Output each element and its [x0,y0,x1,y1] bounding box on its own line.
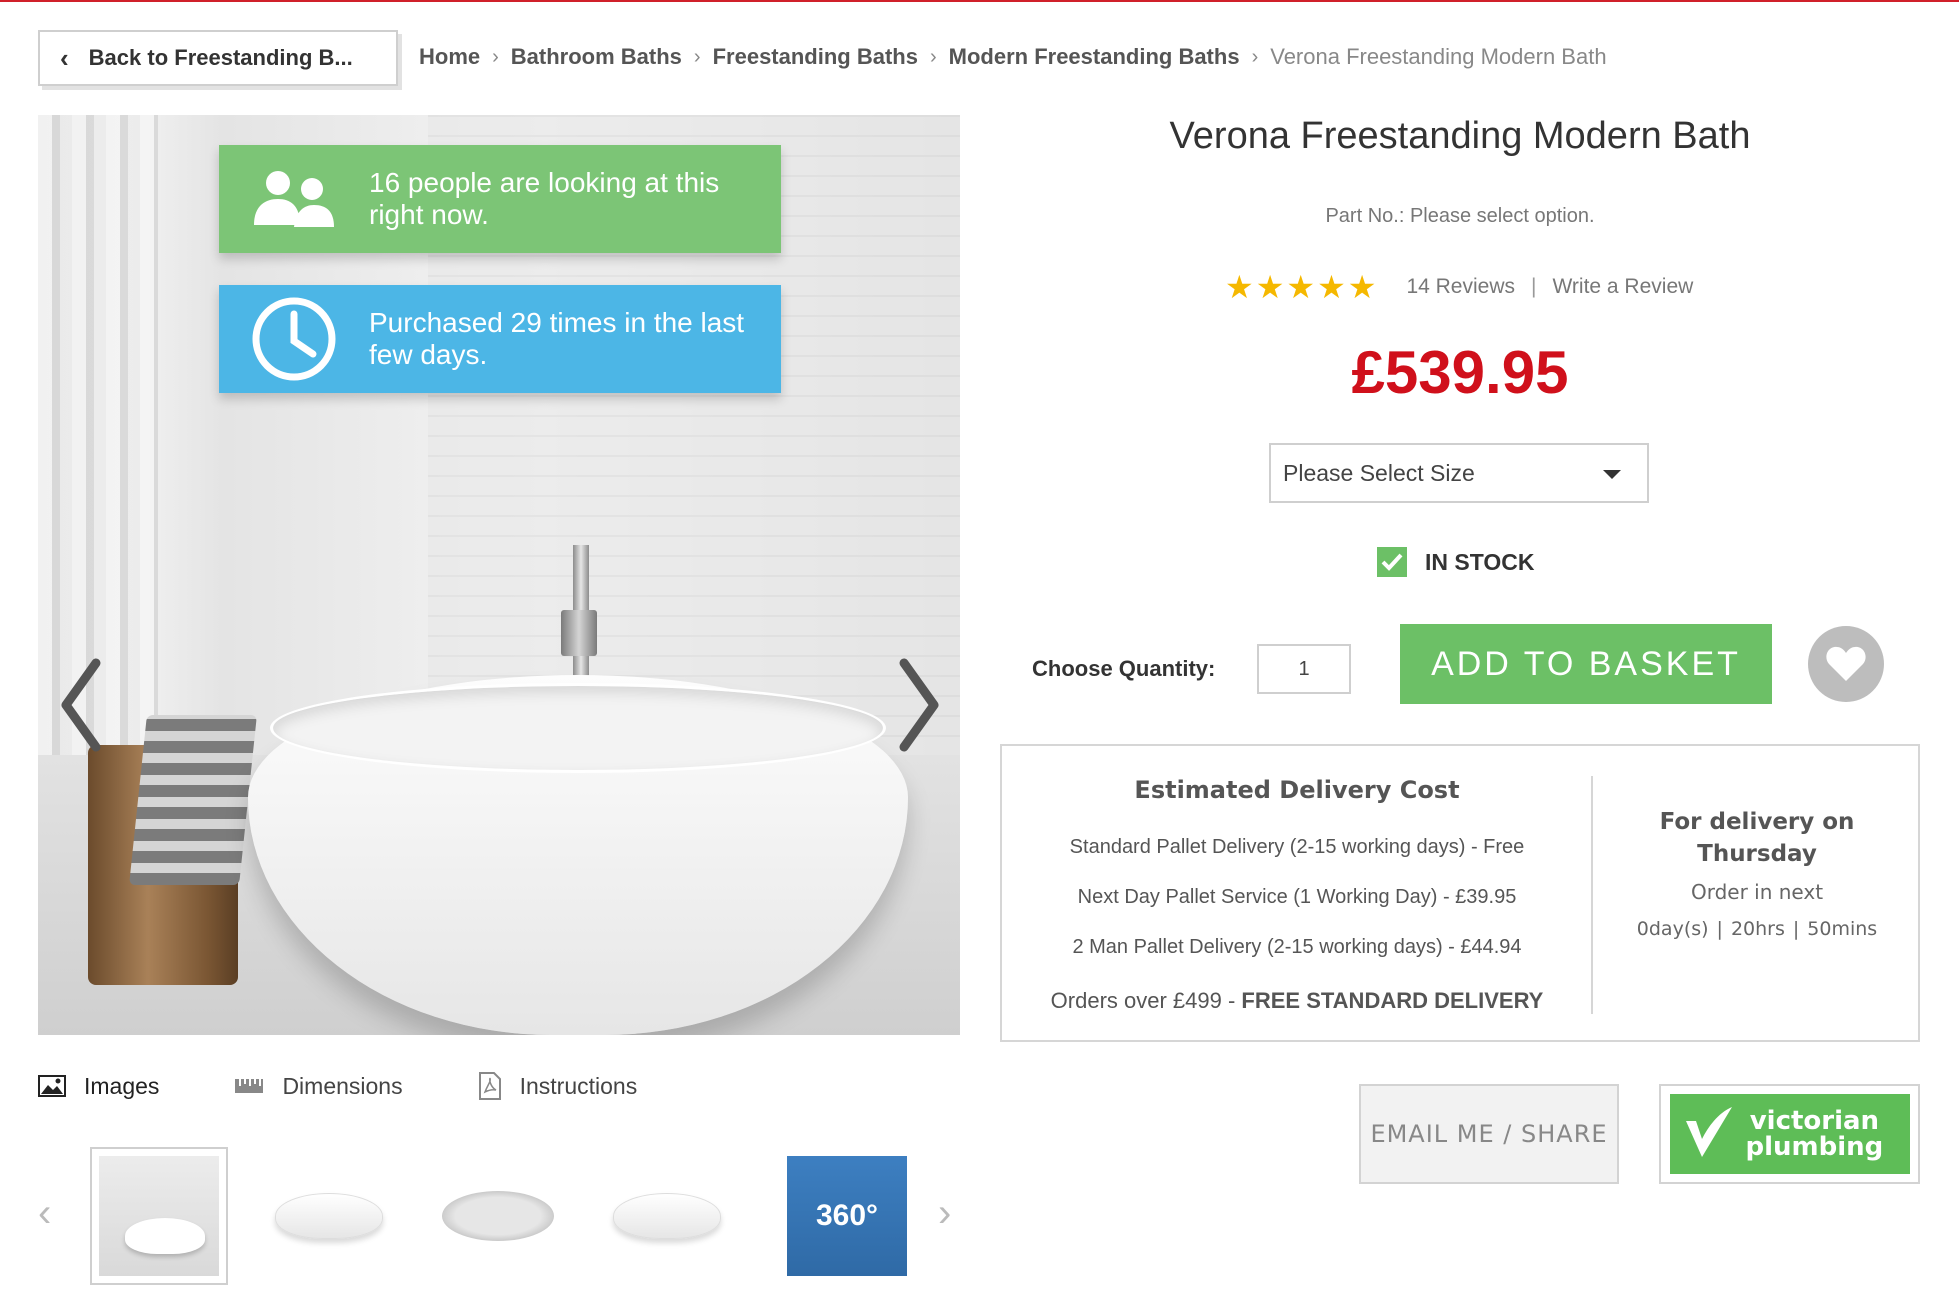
thumbnail-3[interactable] [429,1147,567,1285]
stock-status: IN STOCK [1377,547,1534,577]
rating-stars-icon: ★★★★★ [1225,269,1379,305]
free-delivery-prefix: Orders over £499 - [1050,988,1242,1013]
viewers-text: 16 people are looking at this right now. [369,167,720,230]
brand-line2: plumbing [1745,1132,1884,1162]
tab-dimensions[interactable]: Dimensions [234,1072,403,1100]
brand-wordmark: victorian plumbing [1746,1108,1884,1160]
checkmark-logo-icon [1684,1103,1734,1165]
part-number: Part No.: Please select option. [1325,205,1595,227]
delivery-info-box: Estimated Delivery Cost Standard Pallet … [1000,744,1920,1042]
stock-label: IN STOCK [1425,548,1535,575]
countdown-timer: 0day(s) | 20hrs | 50mins [1636,918,1878,940]
image-towel [129,715,257,885]
thumbnail-strip: ‹ 360° › [38,1143,960,1288]
image-icon [38,1075,66,1097]
next-image-button[interactable] [888,655,948,755]
delivery-option-next-day: Next Day Pallet Service (1 Working Day) … [1077,886,1517,908]
back-button[interactable]: ‹ Back to Freestanding B... [38,30,398,86]
thumbnail-4[interactable] [598,1147,736,1285]
breadcrumb-separator-icon: › [492,45,499,68]
chevron-left-icon: ‹ [60,42,69,73]
delivery-countdown: For delivery on Thursday Order in next 0… [1594,806,1920,940]
back-button-label: Back to Freestanding B... [88,45,353,70]
people-icon [219,167,369,231]
delivery-option-two-man: 2 Man Pallet Delivery (2-15 working days… [1072,936,1522,958]
breadcrumb-current: Verona Freestanding Modern Bath [1270,44,1607,69]
pdf-document-icon [478,1072,502,1100]
tab-dimensions-label: Dimensions [282,1072,403,1099]
breadcrumb-bathroom-baths[interactable]: Bathroom Baths [511,44,682,70]
add-to-basket-button[interactable]: ADD TO BASKET [1400,624,1772,704]
breadcrumb-freestanding-baths[interactable]: Freestanding Baths [713,44,918,70]
delivery-day-line1: For delivery on [1659,809,1855,835]
thumbnail-lifestyle-image [99,1156,219,1276]
brand-logo-box: victorian plumbing [1659,1084,1920,1184]
delivery-divider [1591,776,1593,1014]
product-main-image[interactable] [38,115,960,1035]
free-delivery-bold: FREE STANDARD DELIVERY [1241,988,1544,1013]
breadcrumb-separator-icon: › [929,45,937,68]
size-select[interactable]: Please Select Size [1269,443,1649,503]
countdown-hours: 20hrs [1730,918,1785,940]
countdown-mins: 50mins [1807,918,1878,940]
thumbs-prev-icon[interactable]: ‹ [38,1191,51,1236]
breadcrumb-modern-freestanding-baths[interactable]: Modern Freestanding Baths [949,44,1240,70]
thumbnail-top-view [442,1191,554,1241]
thumbnail-360[interactable]: 360° [778,1147,916,1285]
delivery-option-standard: Standard Pallet Delivery (2-15 working d… [1069,836,1525,858]
image-bathtub-rim [270,683,886,773]
brand-line1: victorian [1749,1106,1880,1136]
delivery-day-line2: Thursday [1697,841,1817,867]
heart-icon [1826,646,1866,681]
chevron-right-icon [899,658,939,752]
prev-image-button[interactable] [52,655,112,755]
rotate-360-icon: 360° [787,1156,907,1276]
purchased-text: Purchased 29 times in the last few days. [369,307,745,370]
thumbnail-2[interactable] [260,1147,398,1285]
countdown-days: 0day(s) [1636,918,1709,940]
order-in-label: Order in next [1690,880,1824,904]
victorian-plumbing-logo: victorian plumbing [1669,1094,1910,1174]
email-share-button[interactable]: EMAIL ME / SHARE [1359,1084,1619,1184]
tab-images[interactable]: Images [38,1072,159,1100]
quantity-input[interactable] [1257,644,1351,694]
thumbnail-side-view [275,1193,383,1239]
product-title: Verona Freestanding Modern Bath [1169,115,1751,157]
tab-instructions-label: Instructions [519,1072,638,1099]
breadcrumb-separator-icon: › [693,45,701,68]
ruler-icon [234,1077,264,1095]
gallery-tabs: Images Dimensions Instructions [38,1072,712,1100]
reviews-link[interactable]: 14 Reviews [1406,275,1515,299]
wishlist-button[interactable] [1808,626,1884,702]
thumbnail-1[interactable] [90,1147,228,1285]
thumbnail-angle-view [613,1193,721,1239]
tab-images-label: Images [84,1072,160,1099]
delivery-heading: Estimated Delivery Cost [1134,776,1460,804]
breadcrumb-home[interactable]: Home [419,44,480,70]
caret-down-icon [1603,470,1621,479]
size-select-value: Please Select Size [1283,459,1475,486]
write-review-link[interactable]: Write a Review [1552,275,1693,299]
free-delivery-note: Orders over £499 - FREE STANDARD DELIVER… [1002,988,1592,1014]
product-price: £539.95 [1351,339,1569,406]
breadcrumb-separator-icon: › [1251,45,1259,68]
purchased-banner: Purchased 29 times in the last few days. [219,285,781,393]
breadcrumb: Home › Bathroom Baths › Freestanding Bat… [419,44,1607,70]
quantity-label: Choose Quantity: [1032,656,1216,681]
top-accent-line [0,0,1959,2]
thumbs-next-icon[interactable]: › [938,1191,951,1236]
rating-divider: | [1531,275,1537,298]
tab-instructions[interactable]: Instructions [478,1072,638,1100]
clock-icon [219,296,369,382]
image-tap-head [561,610,597,656]
rating-row: ★★★★★ 14 Reviews | Write a Review [1225,268,1693,306]
viewers-banner: 16 people are looking at this right now. [219,145,781,253]
checkmark-icon [1377,547,1407,577]
chevron-left-icon [61,658,101,752]
